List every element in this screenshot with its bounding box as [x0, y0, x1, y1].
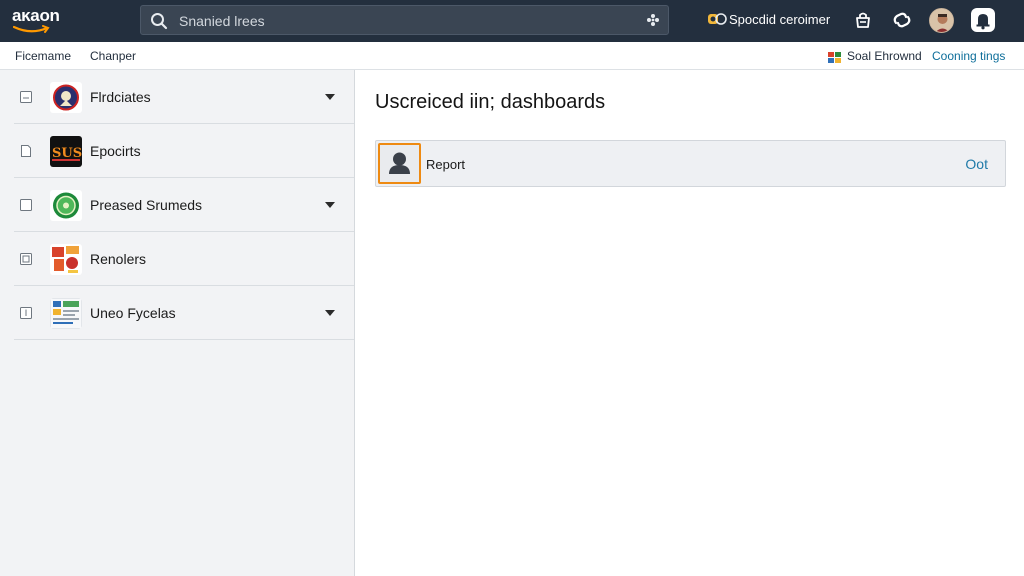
- search-bar[interactable]: Snanied lrees: [140, 5, 669, 35]
- report-card[interactable]: Report Oot: [375, 140, 1006, 187]
- search-icon[interactable]: [150, 12, 168, 30]
- subnav-link-chanper[interactable]: Chanper: [90, 49, 136, 63]
- link-icon[interactable]: [892, 10, 912, 30]
- avatar[interactable]: [929, 8, 954, 33]
- sidebar-item-label: Uneo Fycelas: [90, 305, 176, 321]
- subnav-link-ficemame[interactable]: Ficemame: [15, 49, 71, 63]
- sub-navigation: Ficemame Chanper Soal Ehrownd Cooning ti…: [0, 42, 1024, 70]
- svg-text:SUS: SUS: [52, 146, 82, 161]
- chevron-down-icon[interactable]: [325, 202, 335, 208]
- promo-label: Spocdid ceroimer: [729, 12, 831, 27]
- sidebar-item-label: Preased Srumeds: [90, 197, 203, 213]
- basket-icon[interactable]: [853, 10, 873, 30]
- gear-cluster-icon[interactable]: [646, 13, 660, 27]
- location-icon: [828, 52, 841, 63]
- search-input[interactable]: Snanied lrees: [179, 13, 265, 29]
- sidebar: Flrdciates SUS Epocirts Preased Srumeds …: [0, 70, 355, 576]
- sidebar-item-preased-srumeds[interactable]: Preased Srumeds: [14, 178, 354, 232]
- bell-icon[interactable]: [971, 8, 995, 32]
- subnav-link-soal-ehrownd[interactable]: Soal Ehrownd: [847, 49, 922, 63]
- top-navigation-bar: aĸaon Snanied lrees Spocdid ceroimer: [0, 0, 1024, 42]
- document-icon[interactable]: [20, 145, 32, 157]
- checkbox-icon[interactable]: [20, 253, 32, 265]
- page-title: Uscreiced iin; dashboards: [375, 91, 606, 113]
- bell-glyph-icon: [976, 14, 990, 30]
- emblem-icon: [50, 82, 82, 113]
- chevron-down-icon[interactable]: [325, 310, 335, 316]
- sidebar-item-renolers[interactable]: Renolers: [14, 232, 354, 286]
- sidebar-item-label: Renolers: [90, 251, 147, 267]
- user-portrait-icon: [930, 9, 953, 32]
- card-action-link[interactable]: Oot: [965, 156, 988, 172]
- chevron-down-icon[interactable]: [325, 94, 335, 100]
- green-badge-icon: [50, 190, 82, 221]
- report-sheet-icon: [50, 298, 82, 329]
- sidebar-item-label: Flrdciates: [90, 89, 151, 105]
- promo-badge-icon: [708, 13, 727, 25]
- sidebar-item-epocirts[interactable]: SUS Epocirts: [14, 124, 354, 178]
- checkbox-icon[interactable]: [20, 307, 32, 319]
- subnav-link-cooning-tings[interactable]: Cooning tings: [932, 49, 1005, 63]
- sidebar-item-label: Epocirts: [90, 143, 141, 159]
- sidebar-item-flrdciates[interactable]: Flrdciates: [14, 70, 354, 124]
- collage-icon: [50, 244, 82, 275]
- amazon-logo[interactable]: aĸaon: [12, 6, 74, 36]
- checkbox-icon[interactable]: [20, 91, 32, 103]
- card-label: Report: [426, 157, 466, 172]
- user-icon: [378, 143, 421, 184]
- main-content: Uscreiced iin; dashboards Report Oot: [356, 70, 1024, 576]
- checkbox-icon[interactable]: [20, 199, 32, 211]
- sidebar-item-uneo-fycelas[interactable]: Uneo Fycelas: [14, 286, 354, 340]
- logo-smile-icon: [13, 25, 50, 33]
- logo-text: aĸaon: [12, 6, 60, 25]
- title-art-icon: SUS: [50, 136, 82, 167]
